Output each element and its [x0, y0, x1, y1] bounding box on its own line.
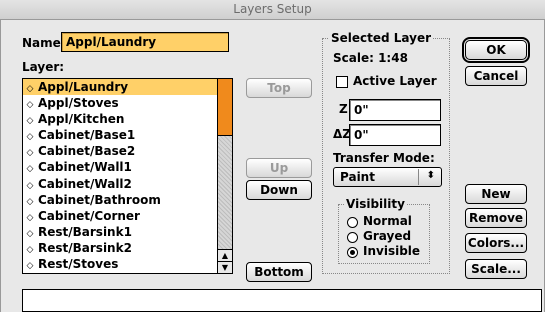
layer-list[interactable]: ◇ Appl/Laundry ◇ Appl/Stoves ◇ Appl/Kitchen ◇ C… — [22, 78, 233, 274]
layer-list-items: ◇ Appl/Laundry ◇ Appl/Stoves ◇ Appl/Kitchen ◇ C… — [23, 79, 218, 273]
visibility-invisible-radio[interactable] — [347, 247, 358, 258]
visibility-grayed-label: Grayed — [363, 229, 412, 243]
scroll-track[interactable] — [218, 136, 232, 249]
layer-label: Layer: — [22, 60, 65, 74]
diamond-icon: ◇ — [26, 261, 34, 272]
layer-list-item[interactable]: ◇ Appl/Kitchen — [23, 111, 218, 127]
z-field[interactable]: 0" — [349, 99, 441, 121]
layer-list-item[interactable]: ◇Rest/Booths — [23, 272, 218, 273]
layer-list-item[interactable]: ◇ Appl/Stoves — [23, 95, 218, 111]
popup-divider — [418, 169, 419, 185]
scroll-down-arrow-icon[interactable]: ▼ — [218, 261, 232, 273]
window-border-left — [0, 20, 1, 312]
window-title: Layers Setup — [233, 2, 312, 16]
scale-readout: Scale: 1:48 — [333, 51, 408, 65]
popup-arrows-icon: ⬍ — [426, 170, 435, 181]
new-button[interactable]: New — [465, 184, 527, 204]
scroll-up-arrow-icon[interactable]: ▲ — [218, 249, 232, 261]
visibility-normal-radio[interactable] — [347, 217, 358, 228]
name-label: Name: — [22, 36, 66, 50]
remove-button[interactable]: Remove — [465, 208, 527, 228]
name-field[interactable]: Appl/Laundry — [61, 32, 229, 52]
visibility-invisible-label: Invisible — [363, 244, 421, 258]
layer-name: Appl/Stoves — [38, 96, 119, 111]
visibility-title: Visibility — [344, 197, 407, 211]
layer-name: Appl/Kitchen — [38, 112, 125, 127]
transfer-mode-popup[interactable]: Paint ⬍ — [333, 167, 442, 187]
layer-name: Rest/Stoves — [38, 257, 119, 272]
layer-name: Cabinet/Bathroom — [38, 192, 161, 207]
cancel-button[interactable]: Cancel — [465, 66, 527, 86]
down-button[interactable]: Down — [246, 180, 312, 200]
up-button[interactable]: Up — [246, 158, 312, 178]
layer-list-item[interactable]: ◇ Cabinet/Base1 — [23, 127, 218, 143]
layer-list-item[interactable]: ◇ Appl/Laundry — [23, 79, 218, 96]
layer-list-item[interactable]: ◇ Cabinet/Wall1 — [23, 159, 218, 175]
preview-panel — [22, 289, 542, 312]
selected-layer-title: Selected Layer — [329, 31, 434, 45]
layer-list-item[interactable]: ◇ Cabinet/Base2 — [23, 143, 218, 159]
layer-list-item[interactable]: ◇ Cabinet/Bathroom — [23, 192, 218, 208]
layer-name: Appl/Laundry — [38, 80, 129, 94]
layer-name: Rest/Barsink1 — [38, 224, 132, 239]
layer-list-item[interactable]: ◇ Cabinet/Corner — [23, 208, 218, 224]
layer-name: Cabinet/Base2 — [38, 144, 136, 159]
delta-z-field[interactable]: 0" — [349, 124, 441, 146]
layer-name: Cabinet/Corner — [38, 208, 140, 223]
layer-name: Cabinet/Wall2 — [38, 176, 132, 191]
layer-name: Rest/Barsink2 — [38, 240, 132, 255]
active-layer-checkbox[interactable] — [336, 76, 348, 88]
active-layer-label: Active Layer — [353, 74, 437, 88]
bottom-button[interactable]: Bottom — [246, 262, 312, 282]
visibility-normal-label: Normal — [363, 214, 412, 228]
layer-list-scrollbar[interactable]: ▲ ▼ — [217, 79, 232, 273]
scroll-thumb[interactable] — [218, 79, 232, 136]
transfer-mode-value: Paint — [340, 170, 375, 184]
layer-list-item[interactable]: ◇ Rest/Barsink1 — [23, 224, 218, 240]
top-button[interactable]: Top — [246, 78, 312, 98]
ok-button[interactable]: OK — [462, 37, 530, 63]
transfer-mode-label: Transfer Mode: — [333, 151, 435, 165]
layer-list-item[interactable]: ◇ Rest/Barsink2 — [23, 240, 218, 256]
layer-list-item[interactable]: ◇ Rest/Stoves — [23, 256, 218, 272]
scale-button[interactable]: Scale... — [465, 259, 527, 279]
title-bar[interactable]: Layers Setup — [0, 0, 545, 20]
layer-name: Cabinet/Wall1 — [38, 160, 132, 175]
colors-button[interactable]: Colors... — [465, 233, 527, 253]
layer-name: Cabinet/Base1 — [38, 128, 136, 143]
visibility-grayed-radio[interactable] — [347, 232, 358, 243]
layer-list-item[interactable]: ◇ Cabinet/Wall2 — [23, 176, 218, 192]
